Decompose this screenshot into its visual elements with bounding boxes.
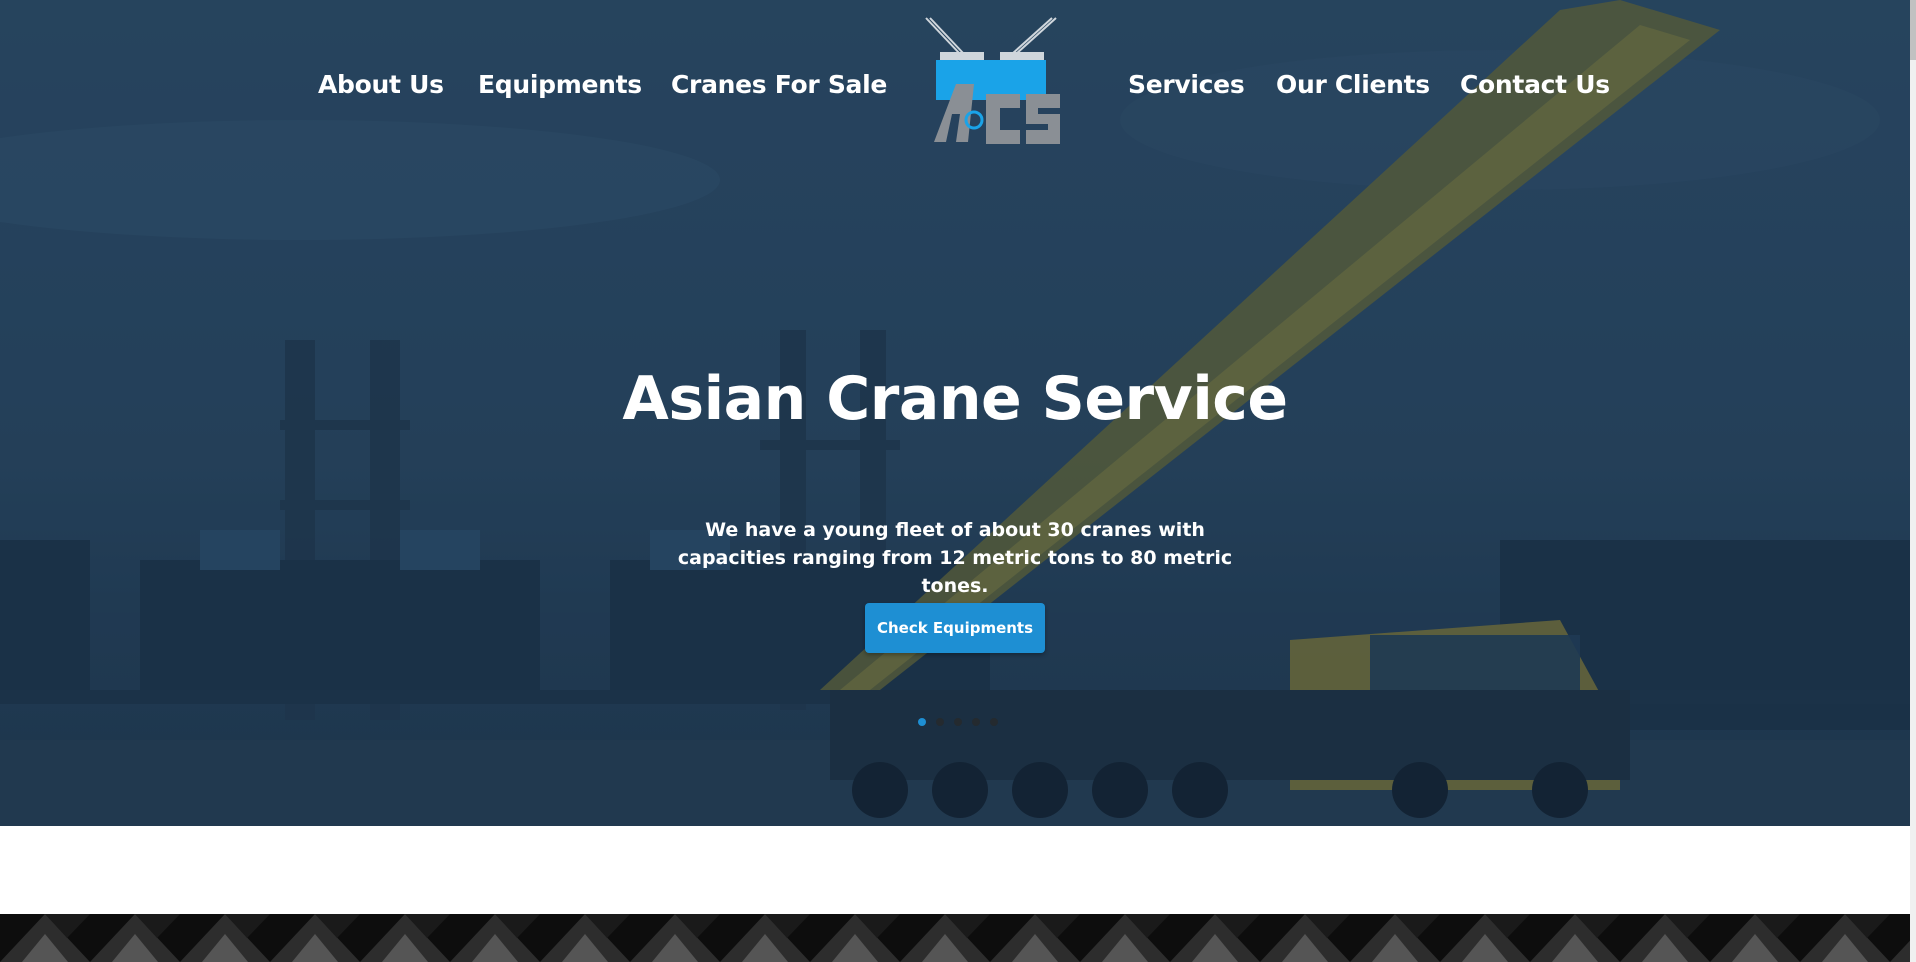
nav-services[interactable]: Services [1128, 70, 1245, 99]
crane-logo-icon[interactable] [916, 14, 1072, 154]
check-equipments-button[interactable]: Check Equipments [865, 603, 1045, 653]
nav-equipments[interactable]: Equipments [478, 70, 642, 99]
page-scrollbar[interactable] [1910, 0, 1916, 962]
hero-subtitle: We have a young fleet of about 30 cranes… [677, 519, 1233, 597]
scrollbar-thumb[interactable] [1910, 0, 1916, 60]
slider-dots [918, 718, 998, 726]
hero-title: Asian Crane Service [622, 364, 1288, 434]
slider-dot-3[interactable] [954, 718, 962, 726]
slider-dot-4[interactable] [972, 718, 980, 726]
nav-cranes-for-sale[interactable]: Cranes For Sale [671, 70, 887, 99]
slider-dot-5[interactable] [990, 718, 998, 726]
triangle-pattern-icon [0, 914, 1910, 962]
hero-section: About Us Equipments Cranes For Sale Serv… [0, 0, 1910, 826]
slider-dot-1[interactable] [918, 718, 926, 726]
nav-about-us[interactable]: About Us [318, 70, 444, 99]
main-nav: About Us Equipments Cranes For Sale Serv… [0, 0, 1910, 170]
slider-dot-2[interactable] [936, 718, 944, 726]
nav-contact-us[interactable]: Contact Us [1460, 70, 1610, 99]
decorative-triangle-band [0, 914, 1910, 962]
nav-our-clients[interactable]: Our Clients [1276, 70, 1430, 99]
